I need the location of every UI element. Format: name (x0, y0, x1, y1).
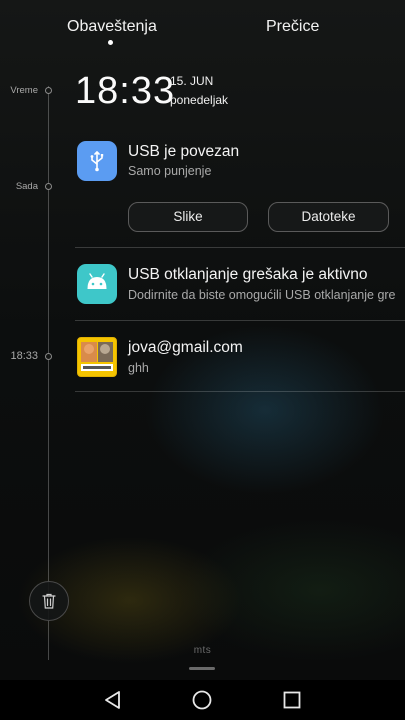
divider (75, 391, 405, 392)
notification-usb-debugging[interactable]: USB otklanjanje grešaka je aktivno Dodir… (75, 264, 405, 308)
home-icon (192, 690, 212, 710)
timeline-node (45, 87, 52, 94)
timeline-label-time: Vreme (10, 85, 38, 96)
carrier-label: mts (193, 645, 212, 656)
timeline-node (45, 353, 52, 360)
clock-weekday: ponedeljak (170, 93, 229, 107)
notification-subtitle: ghh (128, 361, 149, 375)
navigation-bar (0, 680, 405, 720)
trash-icon (42, 593, 56, 609)
timeline-node (45, 183, 52, 190)
notification-subtitle: Samo punjenje (128, 164, 212, 178)
back-button[interactable] (101, 688, 125, 712)
notification-title: USB otklanjanje grešaka je aktivno (128, 266, 368, 283)
timeline-label-now: Sada (15, 181, 38, 192)
usb-icon (77, 141, 117, 181)
email-app-icon (77, 337, 117, 377)
active-tab-indicator (108, 40, 113, 45)
notification-email[interactable]: jova@gmail.com ghh (75, 337, 405, 379)
notification-usb-connected[interactable]: USB je povezan Samo punjenje (75, 141, 405, 191)
clock-time: 18:33 (75, 70, 176, 112)
notification-title: jova@gmail.com (128, 339, 243, 356)
notification-subtitle: Dodirnite da biste omogućili USB otklanj… (128, 288, 395, 302)
android-icon (77, 264, 117, 304)
recents-button[interactable] (280, 688, 304, 712)
home-button[interactable] (190, 688, 214, 712)
clear-all-button[interactable] (29, 581, 69, 621)
tab-notifications[interactable]: Obaveštenja (67, 18, 157, 36)
notification-shade-header: Obaveštenja Prečice (0, 0, 405, 50)
timeline-label-1833: 18:33 (10, 350, 38, 362)
divider (75, 247, 405, 248)
back-icon (105, 691, 120, 709)
files-button[interactable]: Datoteke (268, 202, 389, 232)
timeline-line (48, 86, 49, 660)
tab-shortcuts[interactable]: Prečice (266, 18, 319, 36)
recents-icon (283, 691, 301, 709)
clock-date: 15. JUN (170, 74, 214, 88)
divider (75, 320, 405, 321)
notification-title: USB je povezan (128, 143, 240, 160)
photos-button[interactable]: Slike (128, 202, 248, 232)
drag-handle[interactable] (189, 667, 215, 670)
